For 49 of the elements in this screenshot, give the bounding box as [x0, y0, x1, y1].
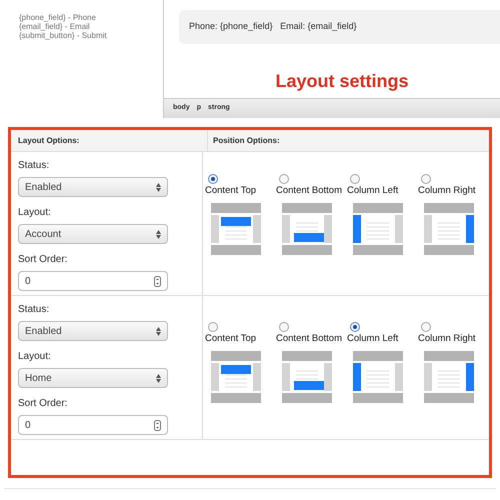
position-diagram-drawing: [353, 203, 403, 256]
annotation-title: Layout settings: [275, 70, 408, 93]
number-field[interactable]: 0: [18, 271, 168, 291]
stepper-icon: [154, 276, 161, 286]
field-label: Status:: [18, 303, 50, 317]
position-label: Column Right: [418, 184, 477, 198]
column-header: Layout Options:: [11, 130, 208, 151]
radio-button[interactable]: [421, 174, 431, 184]
code-hint: {email_field} - Email: [19, 22, 91, 31]
position-label: Content Bottom: [276, 332, 344, 346]
position-label: Content Top: [205, 332, 258, 346]
position-diagram-drawing: [353, 351, 403, 404]
position-diagram-drawing: [424, 351, 474, 404]
position-diagram-drawing: [282, 203, 332, 256]
code-hint: {submit_button} - Submit: [19, 31, 108, 40]
select-field[interactable]: Account: [18, 224, 168, 244]
position-diagram-drawing: [211, 351, 261, 404]
radio-button[interactable]: [279, 322, 289, 332]
stepper-icon: [154, 420, 161, 430]
select-field[interactable]: Enabled: [18, 177, 168, 197]
radio-button[interactable]: [421, 322, 431, 332]
field-label: Layout:: [18, 350, 52, 364]
field-label: Sort Order:: [18, 397, 68, 411]
position-label: Column Left: [347, 332, 400, 346]
position-label: Column Right: [418, 332, 477, 346]
position-label: Content Top: [205, 184, 258, 198]
position-diagram-drawing: [211, 203, 261, 256]
preview-text: Phone: {phone_field} Email: {email_field}: [189, 20, 357, 34]
chevron-icon: [156, 230, 161, 238]
chevron-icon: [156, 182, 161, 192]
position-label: Content Bottom: [276, 184, 344, 198]
number-field[interactable]: 0: [18, 415, 168, 435]
column-header: Position Options:: [212, 134, 281, 147]
radio-button[interactable]: [208, 322, 218, 332]
position-label: Column Left: [347, 184, 400, 198]
select-field[interactable]: Home: [18, 368, 168, 388]
chevron-icon: [156, 326, 161, 336]
radio-button[interactable]: [350, 322, 360, 332]
field-label: Sort Order:: [18, 253, 68, 267]
position-diagram-drawing: [424, 203, 474, 256]
select-field[interactable]: Enabled: [18, 321, 168, 341]
radio-button[interactable]: [279, 174, 289, 184]
radio-button[interactable]: [208, 174, 218, 184]
chevron-icon: [156, 374, 161, 382]
field-label: Status:: [18, 159, 50, 173]
position-diagram-drawing: [282, 351, 332, 404]
field-label: Layout:: [18, 206, 52, 220]
code-hint: {phone_field} - Phone: [19, 13, 97, 22]
radio-button[interactable]: [350, 174, 360, 184]
